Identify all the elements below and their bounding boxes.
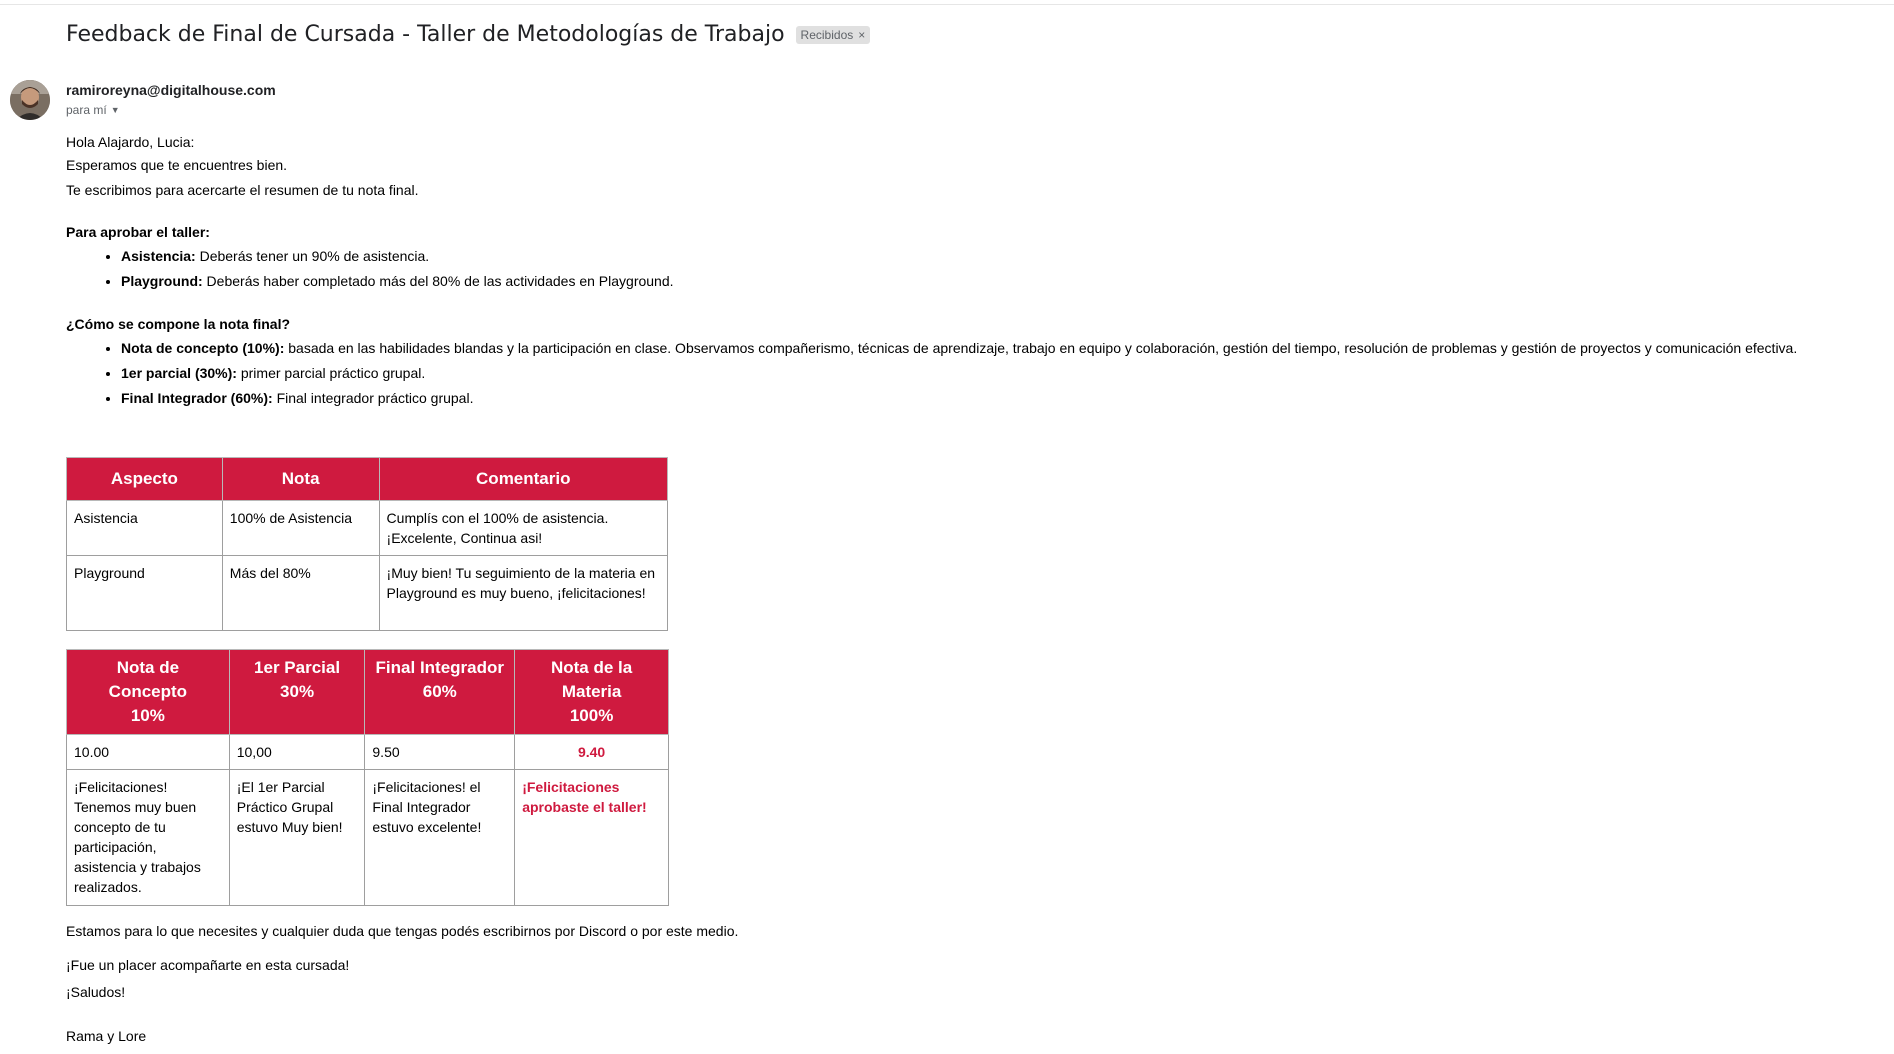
table-header: 1er Parcial 30% [228,649,366,735]
list-item: Final Integrador (60%): Final integrador… [121,386,1886,411]
table-cell: Más del 80% [221,555,380,631]
table-header: Comentario [378,457,669,501]
header-line: 30% [280,682,315,701]
table-header: Nota de la Materia 100% [514,649,669,735]
list-item: Playground: Deberás haber completado más… [121,269,1886,294]
header-line: Concepto [108,682,188,701]
header-line: 1er Parcial [254,658,341,677]
table-header: Nota de Concepto 10% [66,649,230,735]
email-subject: Feedback de Final de Cursada - Taller de… [66,22,785,47]
header-line: 10% [130,706,165,725]
closing-line: Estamos para lo que necesites y cualquie… [66,923,739,939]
grade-partial: 10,00 [228,734,366,770]
comment-partial: ¡El 1er Parcial Práctico Grupal estuvo M… [228,769,366,906]
signature: Rama y Lore [66,1028,147,1044]
list-item-term: Playground: [121,273,203,289]
grade-subject: 9.40 [514,734,669,770]
avatar-image [10,80,50,120]
approve-heading: Para aprobar el taller: [66,224,210,240]
subject-row: Feedback de Final de Cursada - Taller de… [66,22,871,47]
list-item-term: Final Integrador (60%): [121,390,273,406]
table-header: Aspecto [66,457,223,501]
label-chip-text: Recibidos [800,27,854,42]
grade-final: 9.50 [364,734,516,770]
list-item-text: basada en las habilidades blandas y la p… [284,340,1798,356]
closing-line: ¡Saludos! [66,984,126,1000]
table-row: Playground Más del 80% ¡Muy bien! Tu seg… [66,555,669,631]
greeting: Hola Alajardo, Lucia: [66,134,195,150]
table-cell: Cumplís con el 100% de asistencia. ¡Exce… [378,500,669,556]
table-cell: ¡Muy bien! Tu seguimiento de la materia … [378,555,669,631]
approve-list: Asistencia: Deberás tener un 90% de asis… [66,244,1886,294]
table-row: ¡Felicitaciones! Tenemos muy buen concep… [66,769,669,906]
header-line: 60% [422,682,457,701]
table-cell: Playground [66,555,223,631]
label-chip-inbox[interactable]: Recibidos × [795,25,871,44]
list-item: 1er parcial (30%): primer parcial prácti… [121,361,1886,386]
header-line: Nota de [116,658,180,677]
recipient-text: para mí [66,103,107,117]
attendance-table: Aspecto Nota Comentario Asistencia 100% … [66,457,669,631]
grade-concept: 10.00 [66,734,230,770]
header-line: Final Integrador [375,658,505,677]
header-line: 100% [569,706,614,725]
table-cell: 100% de Asistencia [221,500,380,556]
comment-final: ¡Felicitaciones! el Final Integrador est… [364,769,516,906]
top-divider [0,4,1894,5]
list-item: Asistencia: Deberás tener un 90% de asis… [121,244,1886,269]
closing-line: ¡Fue un placer acompañarte en esta cursa… [66,957,350,973]
sender-email[interactable]: ramiroreyna@digitalhouse.com [66,82,276,98]
list-item-term: 1er parcial (30%): [121,365,237,381]
close-icon[interactable]: × [858,28,865,42]
body-line: Esperamos que te encuentres bien. [66,157,288,173]
table-header: Final Integrador 60% [364,649,516,735]
list-item-term: Asistencia: [121,248,196,264]
header-line: Nota de la [550,658,633,677]
final-grades-table: Nota de Concepto 10% 1er Parcial 30% Final … [66,649,669,906]
list-item-term: Nota de concepto (10%): [121,340,285,356]
composition-heading: ¿Cómo se compone la nota final? [66,316,291,332]
table-row: 10.00 10,00 9.50 9.40 [66,734,669,770]
list-item-text: Deberás haber completado más del 80% de … [202,273,674,289]
header-line: Materia [561,682,622,701]
list-item: Nota de concepto (10%): basada en las ha… [121,336,1886,361]
chevron-down-icon[interactable]: ▼ [111,105,120,115]
comment-concept: ¡Felicitaciones! Tenemos muy buen concep… [66,769,230,906]
composition-list: Nota de concepto (10%): basada en las ha… [66,336,1886,411]
sender-avatar[interactable] [10,80,50,120]
list-item-text: Deberás tener un 90% de asistencia. [195,248,430,264]
table-cell: Asistencia [66,500,223,556]
table-header-row: Nota de Concepto 10% 1er Parcial 30% Final … [66,649,669,735]
list-item-text: Final integrador práctico grupal. [272,390,474,406]
table-header: Nota [221,457,380,501]
recipient-details[interactable]: para mí ▼ [66,103,120,117]
body-line: Te escribimos para acercarte el resumen … [66,182,419,198]
list-item-text: primer parcial práctico grupal. [236,365,426,381]
table-row: Asistencia 100% de Asistencia Cumplís co… [66,500,669,556]
comment-subject: ¡Felicitaciones aprobaste el taller! [514,769,669,906]
email-body: Hola Alajardo, Lucia: Esperamos que te e… [66,128,1886,411]
table-header-row: Aspecto Nota Comentario [66,457,669,501]
